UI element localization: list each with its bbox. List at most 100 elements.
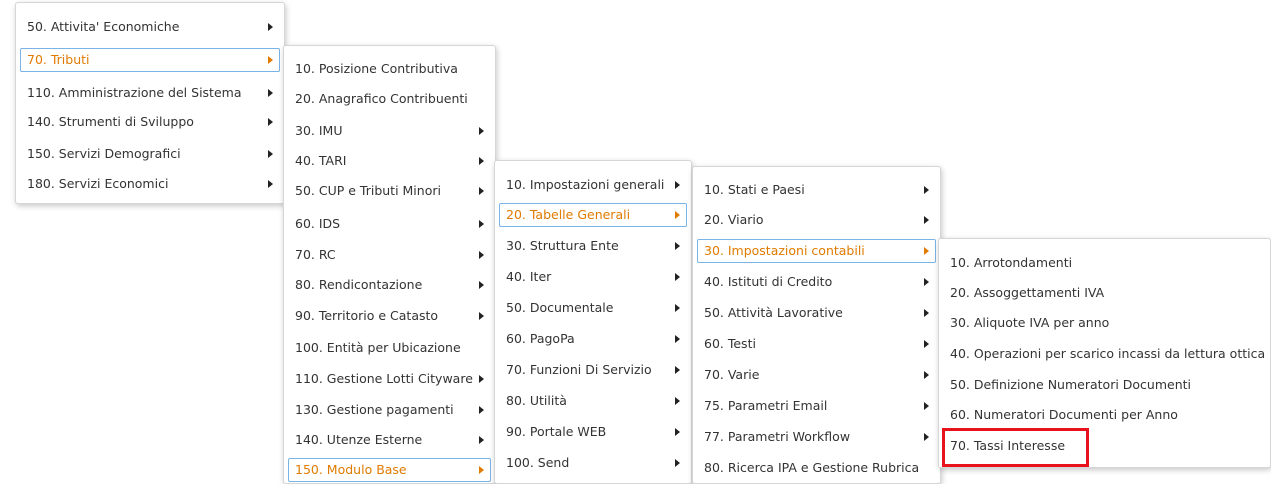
menu-item-rendicontazione[interactable]: 80. Rendicontazione (288, 273, 491, 297)
menu-item-struttura-ente[interactable]: 30. Struttura Ente (499, 234, 687, 258)
chevron-right-icon (675, 273, 680, 281)
menu-item-assoggettamenti-iva[interactable]: 20. Assoggettamenti IVA (943, 281, 1266, 305)
menu-item-label: 20. Anagrafico Contribuenti (295, 91, 468, 106)
menu-item-label: 80. Ricerca IPA e Gestione Rubrica (704, 460, 920, 475)
chevron-right-icon (924, 402, 929, 410)
menu-item-strumenti-sviluppo[interactable]: 140. Strumenti di Sviluppo (20, 110, 280, 134)
menu-item-attivita-economiche[interactable]: 50. Attivita' Economiche (20, 15, 280, 39)
menu-item-rc[interactable]: 70. RC (288, 243, 491, 267)
chevron-right-icon (924, 278, 929, 286)
menu-item-label: 70. Tributi (27, 52, 90, 67)
chevron-right-icon (675, 397, 680, 405)
menu-item-parametri-workflow[interactable]: 77. Parametri Workflow (697, 425, 936, 449)
menu-item-aliquote-iva[interactable]: 30. Aliquote IVA per anno (943, 311, 1266, 335)
menu-item-imu[interactable]: 30. IMU (288, 119, 491, 143)
menu-item-anagrafico-contribuenti[interactable]: 20. Anagrafico Contribuenti (288, 87, 491, 111)
menu-item-ids[interactable]: 60. IDS (288, 212, 491, 236)
menu-item-label: 100. Entità per Ubicazione (295, 340, 461, 355)
menu-item-documentale[interactable]: 50. Documentale (499, 296, 687, 320)
chevron-right-icon (479, 127, 484, 135)
menu-item-utilita[interactable]: 80. Utilità (499, 389, 687, 413)
menu-item-impostazioni-contabili[interactable]: 30. Impostazioni contabili (697, 239, 936, 263)
chevron-right-icon (479, 251, 484, 259)
chevron-right-icon (268, 56, 273, 64)
menu-item-ricerca-ipa-rubrica[interactable]: 80. Ricerca IPA e Gestione Rubrica (697, 456, 936, 480)
menu-item-parametri-email[interactable]: 75. Parametri Email (697, 394, 936, 418)
menu-item-label: 70. Tassi Interesse (950, 438, 1066, 453)
chevron-right-icon (479, 466, 484, 474)
chevron-right-icon (675, 428, 680, 436)
menu-item-modulo-base[interactable]: 150. Modulo Base (288, 458, 491, 482)
menu-item-servizi-economici[interactable]: 180. Servizi Economici (20, 172, 280, 196)
menu-level-5: 10. Arrotondamenti 20. Assoggettamenti I… (938, 238, 1271, 468)
menu-item-arrotondamenti[interactable]: 10. Arrotondamenti (943, 251, 1266, 275)
menu-item-definizione-numeratori[interactable]: 50. Definizione Numeratori Documenti (943, 373, 1266, 397)
menu-item-label: 10. Impostazioni generali (506, 177, 665, 192)
chevron-right-icon (268, 23, 273, 31)
chevron-right-icon (924, 371, 929, 379)
menu-item-impostazioni-generali[interactable]: 10. Impostazioni generali (499, 173, 687, 197)
menu-item-servizi-demografici[interactable]: 150. Servizi Demografici (20, 142, 280, 166)
menu-item-label: 80. Rendicontazione (295, 277, 423, 292)
chevron-right-icon (268, 118, 273, 126)
menu-item-label: 100. Send (506, 455, 570, 470)
menu-item-stati-paesi[interactable]: 10. Stati e Paesi (697, 178, 936, 202)
menu-item-label: 40. Iter (506, 269, 552, 284)
menu-item-label: 90. Portale WEB (506, 424, 607, 439)
menu-item-send[interactable]: 100. Send (499, 451, 687, 475)
chevron-right-icon (675, 211, 680, 219)
menu-item-tari[interactable]: 40. TARI (288, 149, 491, 173)
menu-item-numeratori-per-anno[interactable]: 60. Numeratori Documenti per Anno (943, 403, 1266, 427)
menu-item-tributi[interactable]: 70. Tributi (20, 48, 280, 72)
menu-item-label: 80. Utilità (506, 393, 567, 408)
menu-item-funzioni-di-servizio[interactable]: 70. Funzioni Di Servizio (499, 358, 687, 382)
menu-item-label: 30. Struttura Ente (506, 238, 619, 253)
menu-item-varie[interactable]: 70. Varie (697, 363, 936, 387)
menu-item-tassi-interesse[interactable]: 70. Tassi Interesse (943, 434, 1266, 458)
menu-item-label: 30. Aliquote IVA per anno (950, 315, 1110, 330)
menu-item-label: 10. Arrotondamenti (950, 255, 1073, 270)
chevron-right-icon (675, 459, 680, 467)
menu-level-4: 10. Stati e Paesi 20. Viario 30. Imposta… (692, 166, 941, 484)
chevron-right-icon (675, 304, 680, 312)
menu-item-label: 60. IDS (295, 216, 341, 231)
menu-item-label: 30. Impostazioni contabili (704, 243, 865, 258)
menu-item-label: 20. Assoggettamenti IVA (950, 285, 1105, 300)
menu-item-label: 50. Attività Lavorative (704, 305, 843, 320)
menu-level-1: 50. Attivita' Economiche 70. Tributi 110… (15, 2, 285, 204)
menu-item-cup-tributi-minori[interactable]: 50. CUP e Tributi Minori (288, 179, 491, 203)
menu-item-label: 40. Istituti di Credito (704, 274, 833, 289)
menu-item-territorio-catasto[interactable]: 90. Territorio e Catasto (288, 304, 491, 328)
menu-item-label: 20. Tabelle Generali (506, 207, 631, 222)
menu-item-amministrazione-sistema[interactable]: 110. Amministrazione del Sistema (20, 81, 280, 105)
menu-item-pagopa[interactable]: 60. PagoPa (499, 327, 687, 351)
menu-item-tabelle-generali[interactable]: 20. Tabelle Generali (499, 203, 687, 227)
chevron-right-icon (268, 89, 273, 97)
menu-item-label: 180. Servizi Economici (27, 176, 169, 191)
menu-item-label: 110. Gestione Lotti Cityware (295, 371, 473, 386)
menu-item-entita-ubicazione[interactable]: 100. Entità per Ubicazione (288, 336, 491, 360)
menu-item-istituti-credito[interactable]: 40. Istituti di Credito (697, 270, 936, 294)
menu-item-label: 50. Definizione Numeratori Documenti (950, 377, 1192, 392)
chevron-right-icon (479, 220, 484, 228)
menu-item-label: 140. Strumenti di Sviluppo (27, 114, 194, 129)
chevron-right-icon (675, 181, 680, 189)
menu-item-testi[interactable]: 60. Testi (697, 332, 936, 356)
menu-item-label: 77. Parametri Workflow (704, 429, 851, 444)
chevron-right-icon (479, 281, 484, 289)
menu-item-gestione-pagamenti[interactable]: 130. Gestione pagamenti (288, 398, 491, 422)
menu-item-posizione-contributiva[interactable]: 10. Posizione Contributiva (288, 57, 491, 81)
menu-item-iter[interactable]: 40. Iter (499, 265, 687, 289)
menu-item-operazioni-scarico-incassi[interactable]: 40. Operazioni per scarico incassi da le… (943, 342, 1266, 366)
chevron-right-icon (924, 340, 929, 348)
menu-item-portale-web[interactable]: 90. Portale WEB (499, 420, 687, 444)
menu-item-label: 90. Territorio e Catasto (295, 308, 439, 323)
menu-item-label: 75. Parametri Email (704, 398, 828, 413)
menu-item-viario[interactable]: 20. Viario (697, 208, 936, 232)
menu-item-gestione-lotti-cityware[interactable]: 110. Gestione Lotti Cityware (288, 367, 491, 391)
chevron-right-icon (268, 150, 273, 158)
menu-item-utenze-esterne[interactable]: 140. Utenze Esterne (288, 428, 491, 452)
chevron-right-icon (479, 187, 484, 195)
menu-item-attivita-lavorative[interactable]: 50. Attività Lavorative (697, 301, 936, 325)
chevron-right-icon (268, 180, 273, 188)
